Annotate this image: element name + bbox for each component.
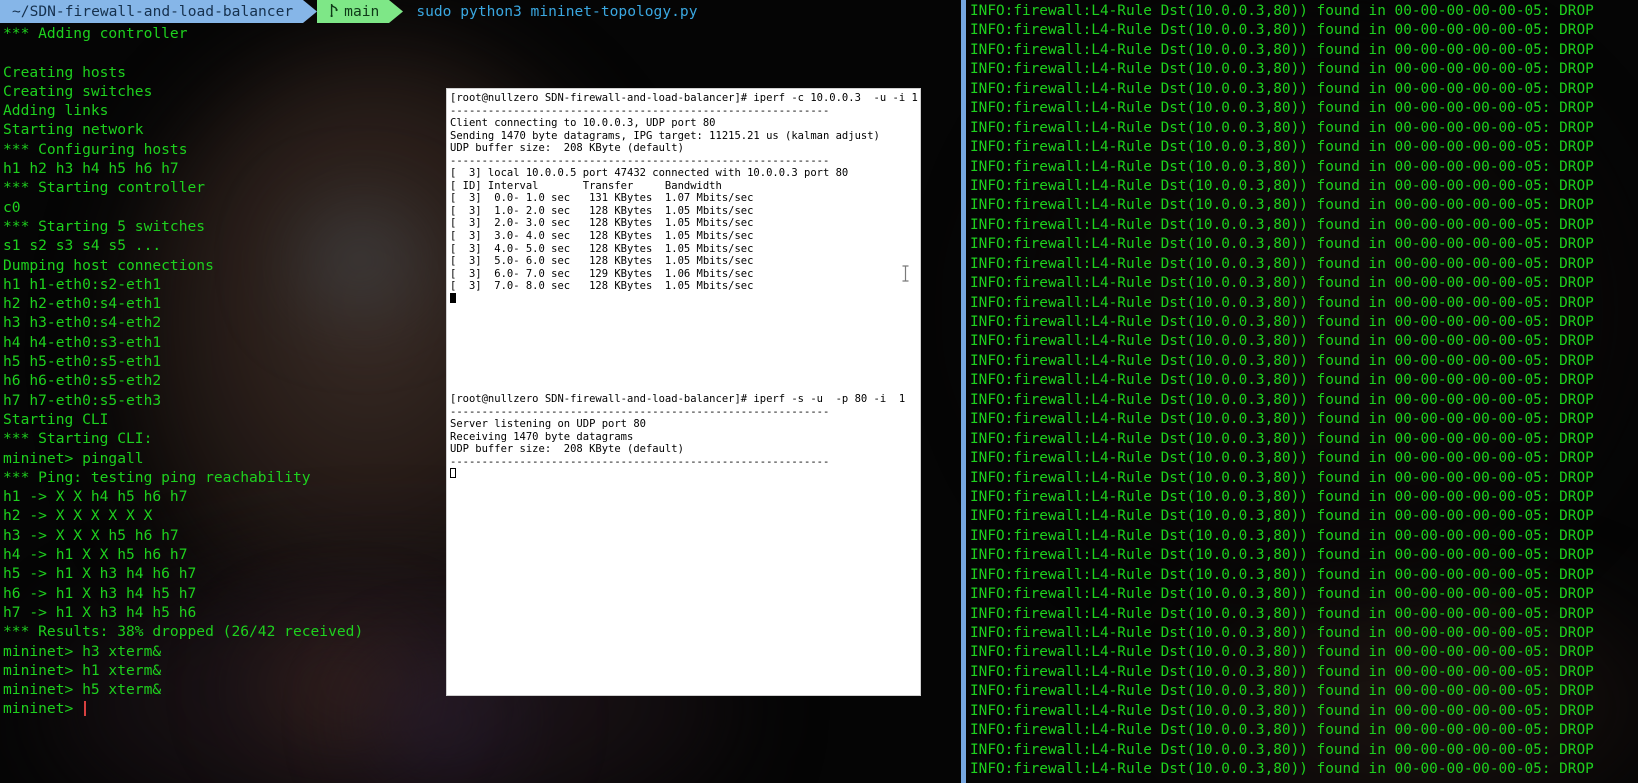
firewall-log-line: INFO:firewall:L4-Rule Dst(10.0.0.3,80)) … [970, 411, 1594, 428]
firewall-log-line: INFO:firewall:L4-Rule Dst(10.0.0.3,80)) … [970, 294, 1594, 311]
firewall-log-line: INFO:firewall:L4-Rule Dst(10.0.0.3,80)) … [970, 119, 1594, 136]
firewall-log-line: INFO:firewall:L4-Rule Dst(10.0.0.3,80)) … [970, 255, 1594, 272]
firewall-log-line: INFO:firewall:L4-Rule Dst(10.0.0.3,80)) … [970, 644, 1594, 661]
xterm-table-row: [ 3] 2.0- 3.0 sec 128 KBytes 1.05 Mbits/… [450, 217, 754, 230]
xterm-rule: ----------------------------------------… [450, 455, 830, 468]
firewall-log-line: INFO:firewall:L4-Rule Dst(10.0.0.3,80)) … [970, 333, 1594, 350]
xterm-rule: ----------------------------------------… [450, 154, 830, 167]
xterm-table-row: [ 3] 5.0- 6.0 sec 128 KBytes 1.05 Mbits/… [450, 255, 754, 268]
firewall-log-line: INFO:firewall:L4-Rule Dst(10.0.0.3,80)) … [970, 625, 1594, 641]
firewall-log-line: INFO:firewall:L4-Rule Dst(10.0.0.3,80)) … [970, 605, 1594, 622]
xterm-blank-line [450, 305, 918, 318]
xterm-client-header-line: Sending 1470 byte datagrams, IPG target:… [450, 129, 880, 142]
mininet-prompt-line: mininet> [3, 699, 943, 718]
firewall-log-line: INFO:firewall:L4-Rule Dst(10.0.0.3,80)) … [970, 508, 1594, 525]
xterm-blank-line [450, 355, 918, 368]
firewall-log-line: INFO:firewall:L4-Rule Dst(10.0.0.3,80)) … [970, 488, 1594, 505]
firewall-log-output: INFO:firewall:L4-Rule Dst(10.0.0.3,80)) … [970, 2, 1638, 780]
firewall-log-line: INFO:firewall:L4-Rule Dst(10.0.0.3,80)) … [970, 3, 1594, 19]
xterm-output: [root@nullzero SDN-firewall-and-load-bal… [450, 92, 918, 693]
xterm-client-header-line: Client connecting to 10.0.0.3, UDP port … [450, 117, 716, 130]
firewall-log-line: INFO:firewall:L4-Rule Dst(10.0.0.3,80)) … [970, 391, 1594, 408]
prompt-path-label: ~/SDN-firewall-and-load-balancer [12, 3, 294, 20]
hollow-cursor [450, 468, 456, 479]
xterm-blank-line [450, 330, 918, 343]
firewall-log-line: INFO:firewall:L4-Rule Dst(10.0.0.3,80)) … [970, 314, 1594, 330]
xterm-table-header: [ ID] Interval Transfer Bandwidth [450, 179, 722, 192]
xterm-server-header-line: Receiving 1470 byte datagrams [450, 430, 634, 443]
firewall-log-line: INFO:firewall:L4-Rule Dst(10.0.0.3,80)) … [970, 430, 1594, 447]
xterm-server-prompt-line: [root@nullzero SDN-firewall-and-load-bal… [450, 393, 906, 406]
firewall-log-line: INFO:firewall:L4-Rule Dst(10.0.0.3,80)) … [970, 547, 1594, 564]
text-cursor [84, 701, 87, 717]
firewall-log-line: INFO:firewall:L4-Rule Dst(10.0.0.3,80)) … [970, 702, 1594, 719]
prompt-command: sudo python3 mininet-topology.py [403, 0, 697, 23]
firewall-log-line: INFO:firewall:L4-Rule Dst(10.0.0.3,80)) … [970, 566, 1594, 583]
xterm-table-row: [ 3] 0.0- 1.0 sec 131 KBytes 1.07 Mbits/… [450, 192, 754, 205]
firewall-log-line: INFO:firewall:L4-Rule Dst(10.0.0.3,80)) … [970, 61, 1594, 78]
firewall-log-line: INFO:firewall:L4-Rule Dst(10.0.0.3,80)) … [970, 216, 1594, 233]
prompt-path-segment: ~/SDN-firewall-and-load-balancer [0, 0, 304, 23]
xterm-table-row: [ 3] 7.0- 8.0 sec 128 KBytes 1.05 Mbits/… [450, 280, 754, 293]
firewall-log-line: INFO:firewall:L4-Rule Dst(10.0.0.3,80)) … [970, 236, 1594, 253]
prompt-command-text: sudo python3 mininet-topology.py [416, 2, 698, 20]
firewall-log-line: INFO:firewall:L4-Rule Dst(10.0.0.3,80)) … [970, 139, 1594, 156]
xterm-client-prompt-line: [root@nullzero SDN-firewall-and-load-bal… [450, 92, 921, 104]
firewall-log-line: INFO:firewall:L4-Rule Dst(10.0.0.3,80)) … [970, 372, 1594, 389]
xterm-rule: ----------------------------------------… [450, 405, 830, 418]
xterm-connection-line: [ 3] local 10.0.0.5 port 47432 connected… [450, 167, 849, 180]
terminal-line: Creating hosts [3, 63, 127, 81]
xterm-blank-line [450, 318, 918, 331]
prompt-branch-segment: main [317, 0, 390, 23]
mininet-prompt-label: mininet> [3, 700, 83, 718]
xterm-table-row: [ 3] 6.0- 7.0 sec 129 KBytes 1.06 Mbits/… [450, 267, 754, 280]
firewall-log-line: INFO:firewall:L4-Rule Dst(10.0.0.3,80)) … [970, 352, 1594, 369]
firewall-log-line: INFO:firewall:L4-Rule Dst(10.0.0.3,80)) … [970, 527, 1594, 544]
xterm-rule: ----------------------------------------… [450, 104, 830, 117]
firewall-log-line: INFO:firewall:L4-Rule Dst(10.0.0.3,80)) … [970, 663, 1594, 680]
block-cursor [450, 292, 456, 303]
firewall-log-line: INFO:firewall:L4-Rule Dst(10.0.0.3,80)) … [970, 722, 1594, 739]
right-firewall-log-pane[interactable]: INFO:firewall:L4-Rule Dst(10.0.0.3,80)) … [961, 0, 1638, 783]
vertical-scrollbar[interactable] [961, 0, 966, 783]
firewall-log-line: INFO:firewall:L4-Rule Dst(10.0.0.3,80)) … [970, 158, 1594, 175]
terminal-line: *** Adding controller [3, 25, 188, 42]
git-branch-icon [329, 3, 338, 21]
xterm-blank-line [450, 381, 918, 394]
xterm-hollow-cursor-line [450, 468, 918, 481]
prompt-path-arrow-icon [303, 0, 318, 23]
firewall-log-line: INFO:firewall:L4-Rule Dst(10.0.0.3,80)) … [970, 22, 1594, 39]
prompt-branch-label: main [344, 3, 380, 20]
firewall-log-line: INFO:firewall:L4-Rule Dst(10.0.0.3,80)) … [970, 275, 1594, 292]
firewall-log-line: INFO:firewall:L4-Rule Dst(10.0.0.3,80)) … [970, 469, 1594, 486]
xterm-block-cursor-line [450, 292, 918, 306]
firewall-log-line: INFO:firewall:L4-Rule Dst(10.0.0.3,80)) … [970, 100, 1594, 117]
xterm-table-row: [ 3] 1.0- 2.0 sec 128 KBytes 1.05 Mbits/… [450, 204, 754, 217]
firewall-log-line: INFO:firewall:L4-Rule Dst(10.0.0.3,80)) … [970, 683, 1594, 700]
firewall-log-line: INFO:firewall:L4-Rule Dst(10.0.0.3,80)) … [970, 197, 1594, 214]
xterm-server-header-line: UDP buffer size: 208 KByte (default) [450, 443, 684, 456]
xterm-blank-line [450, 343, 918, 356]
xterm-server-header-line: Server listening on UDP port 80 [450, 418, 646, 431]
firewall-log-line: INFO:firewall:L4-Rule Dst(10.0.0.3,80)) … [970, 586, 1594, 603]
firewall-log-line: INFO:firewall:L4-Rule Dst(10.0.0.3,80)) … [970, 761, 1594, 778]
powerline-prompt: ~/SDN-firewall-and-load-balancer main su… [0, 0, 698, 23]
xterm-blank-line [450, 368, 918, 381]
xterm-window-h5[interactable]: [root@nullzero SDN-firewall-and-load-bal… [446, 88, 921, 696]
firewall-log-line: INFO:firewall:L4-Rule Dst(10.0.0.3,80)) … [970, 741, 1594, 758]
prompt-branch-arrow-icon [389, 0, 404, 23]
firewall-log-line: INFO:firewall:L4-Rule Dst(10.0.0.3,80)) … [970, 80, 1594, 97]
firewall-log-line: INFO:firewall:L4-Rule Dst(10.0.0.3,80)) … [970, 177, 1594, 194]
xterm-table-row: [ 3] 4.0- 5.0 sec 128 KBytes 1.05 Mbits/… [450, 242, 754, 255]
xterm-client-header-line: UDP buffer size: 208 KByte (default) [450, 142, 684, 155]
firewall-log-line: INFO:firewall:L4-Rule Dst(10.0.0.3,80)) … [970, 41, 1594, 58]
xterm-table-row: [ 3] 3.0- 4.0 sec 128 KBytes 1.05 Mbits/… [450, 230, 754, 243]
i-beam-text-cursor-icon [901, 265, 910, 282]
firewall-log-line: INFO:firewall:L4-Rule Dst(10.0.0.3,80)) … [970, 450, 1594, 467]
